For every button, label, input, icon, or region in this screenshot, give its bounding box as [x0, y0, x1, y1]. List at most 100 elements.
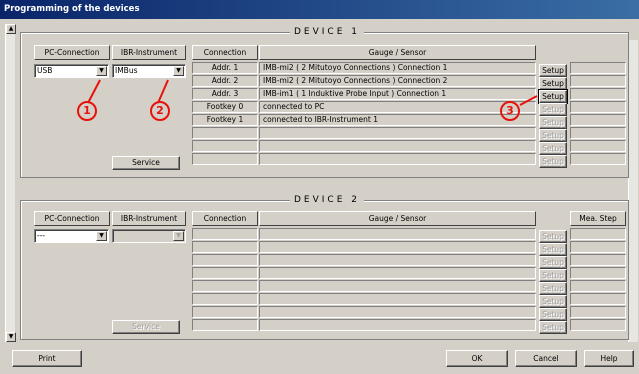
device2-row6-setup-button[interactable]: Setup [539, 295, 567, 308]
left-scrollbar[interactable]: ▲ ▼ [5, 24, 16, 342]
device2-row2-connection [192, 241, 258, 253]
device2-row5-gauge [259, 280, 536, 292]
device1-row6-setup-button[interactable]: Setup [539, 129, 567, 142]
device2-row4-gauge [259, 267, 536, 279]
device1-row3-setup-button[interactable]: Setup [538, 89, 568, 104]
print-button[interactable]: Print [12, 350, 82, 367]
device2-row2-mea-step [570, 241, 626, 253]
device1-gauge-header[interactable]: Gauge / Sensor [259, 45, 536, 60]
device1-row8-setup-button[interactable]: Setup [539, 155, 567, 168]
callout-3: 3 [500, 101, 520, 121]
device1-row5-gauge: connected to IBR-Instrument 1 [259, 114, 536, 126]
device2-row4-setup-button[interactable]: Setup [539, 269, 567, 282]
device2-connection-header[interactable]: Connection [192, 211, 258, 226]
device1-ibr-instrument-select[interactable]: IMBus ▼ [112, 64, 186, 78]
ok-button[interactable]: OK [446, 350, 508, 367]
device2-row7-setup-button[interactable]: Setup [539, 308, 567, 321]
device1-row7-connection [192, 140, 258, 152]
device2-row3-setup-button[interactable]: Setup [539, 256, 567, 269]
device1-row5-connection: Footkey 1 [192, 114, 258, 126]
device2-row1-setup-button[interactable]: Setup [539, 230, 567, 243]
device1-row8-gauge [259, 153, 536, 165]
device1-row3-connection: Addr. 3 [192, 88, 258, 100]
right-scrollbar[interactable] [628, 40, 638, 342]
device1-row5-extra [570, 114, 626, 126]
device1-row5-setup-button[interactable]: Setup [539, 116, 567, 129]
device2-row2-setup-button[interactable]: Setup [539, 243, 567, 256]
device2-pc-connection-header: PC-Connection [34, 211, 110, 226]
device2-row7-mea-step [570, 306, 626, 318]
device2-row4-mea-step [570, 267, 626, 279]
device1-ibr-instrument-header: IBR-Instrument [112, 45, 186, 60]
device2-row2-gauge [259, 241, 536, 253]
chevron-down-icon[interactable]: ▼ [96, 231, 107, 241]
device2-row8-connection [192, 319, 258, 331]
chevron-down-icon[interactable]: ▼ [173, 66, 184, 76]
scroll-up-icon[interactable]: ▲ [6, 24, 16, 34]
device1-pc-connection-select[interactable]: USB ▼ [34, 64, 109, 78]
device2-row7-connection [192, 306, 258, 318]
scroll-down-icon[interactable]: ▼ [6, 332, 16, 342]
device2-service-button[interactable]: Service [112, 320, 180, 334]
device2-ibr-instrument-select[interactable]: ▼ [112, 229, 186, 243]
device1-row4-connection: Footkey 0 [192, 101, 258, 113]
device2-pc-connection-select[interactable]: --- ▼ [34, 229, 109, 243]
device1-ibr-instrument-value: IMBus [115, 66, 138, 75]
device1-pc-connection-header: PC-Connection [34, 45, 110, 60]
device2-pc-connection-value: --- [37, 231, 46, 240]
device2-gauge-header[interactable]: Gauge / Sensor [259, 211, 536, 226]
device2-row8-setup-button[interactable]: Setup [539, 321, 567, 334]
help-button[interactable]: Help [584, 350, 634, 367]
device1-row7-gauge [259, 140, 536, 152]
device1-row1-setup-button[interactable]: Setup [539, 64, 567, 77]
device2-row5-setup-button[interactable]: Setup [539, 282, 567, 295]
device1-row3-gauge: IMB-im1 ( 1 Induktive Probe Input ) Conn… [259, 88, 536, 100]
chevron-down-icon[interactable]: ▼ [96, 66, 107, 76]
device1-row4-setup-button[interactable]: Setup [539, 103, 567, 116]
device2-title: DEVICE 2 [290, 195, 364, 205]
device1-row6-gauge [259, 127, 536, 139]
device1-row2-gauge: IMB-mi2 ( 2 Mitutoyo Connections ) Conne… [259, 75, 536, 87]
device1-row7-extra [570, 140, 626, 152]
device1-row2-setup-button[interactable]: Setup [539, 77, 567, 90]
device1-row1-extra [570, 62, 626, 74]
device1-row1-gauge: IMB-mi2 ( 2 Mitutoyo Connections ) Conne… [259, 62, 536, 74]
device1-connection-header[interactable]: Connection [192, 45, 258, 60]
cancel-button[interactable]: Cancel [515, 350, 577, 367]
device1-row3-extra [570, 88, 626, 100]
device2-row5-mea-step [570, 280, 626, 292]
device1-row8-extra [570, 153, 626, 165]
device1-row2-connection: Addr. 2 [192, 75, 258, 87]
device2-row3-gauge [259, 254, 536, 266]
device2-row3-mea-step [570, 254, 626, 266]
window-title: Programming of the devices [0, 0, 639, 19]
device1-row1-connection: Addr. 1 [192, 62, 258, 74]
device2-ibr-instrument-header: IBR-Instrument [112, 211, 186, 226]
device2-row6-mea-step [570, 293, 626, 305]
device2-mea-step-header[interactable]: Mea. Step [570, 211, 626, 226]
device1-row4-gauge: connected to PC [259, 101, 536, 113]
device2-row6-gauge [259, 293, 536, 305]
device2-row7-gauge [259, 306, 536, 318]
device1-service-button[interactable]: Service [112, 156, 180, 170]
device2-row1-connection [192, 228, 258, 240]
device1-row6-extra [570, 127, 626, 139]
device1-row8-connection [192, 153, 258, 165]
device2-row1-mea-step [570, 228, 626, 240]
device2-row8-mea-step [570, 319, 626, 331]
device2-row1-gauge [259, 228, 536, 240]
device1-title: DEVICE 1 [290, 27, 364, 37]
device2-row8-gauge [259, 319, 536, 331]
chevron-down-icon[interactable]: ▼ [173, 231, 184, 241]
device1-row6-connection [192, 127, 258, 139]
callout-2: 2 [150, 101, 170, 121]
device2-row4-connection [192, 267, 258, 279]
device1-row7-setup-button[interactable]: Setup [539, 142, 567, 155]
device2-row3-connection [192, 254, 258, 266]
callout-1: 1 [77, 101, 97, 121]
device2-row6-connection [192, 293, 258, 305]
device1-pc-connection-value: USB [37, 66, 53, 75]
device2-row5-connection [192, 280, 258, 292]
device1-row2-extra [570, 75, 626, 87]
device1-row4-extra [570, 101, 626, 113]
